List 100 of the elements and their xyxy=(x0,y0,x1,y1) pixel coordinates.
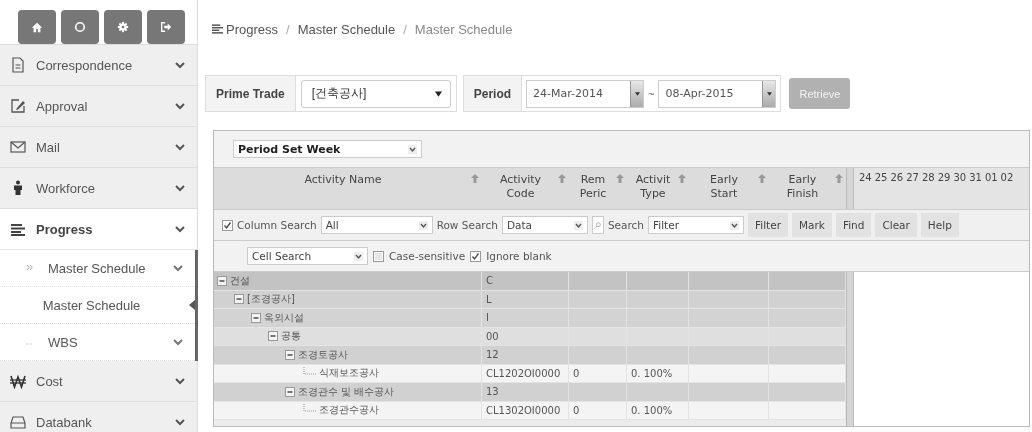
sidebar-item[interactable]: Mail xyxy=(0,127,197,168)
sort-up-icon xyxy=(616,174,624,183)
table-cell: 조경토공사 xyxy=(298,347,348,362)
table-row[interactable]: 옥외시설 I xyxy=(214,309,846,328)
submenu-item[interactable]: WBS xyxy=(0,324,195,361)
bars-icon xyxy=(10,221,26,237)
dropdown-icon xyxy=(573,220,583,230)
collapse-icon[interactable] xyxy=(217,275,227,286)
table-cell: [조경공사] xyxy=(247,292,295,307)
checkbox-label: Ignore blank xyxy=(486,250,552,262)
table-cell: 식재보조공사 xyxy=(319,366,379,381)
column-header[interactable]: Activity Name xyxy=(214,168,482,209)
won-icon xyxy=(10,373,26,389)
collapse-icon[interactable] xyxy=(234,294,244,305)
sidebar-item[interactable]: Cost xyxy=(0,361,197,402)
sidebar-item[interactable]: Correspondence xyxy=(0,45,197,86)
column-header[interactable]: Early Start xyxy=(689,168,769,209)
table-row[interactable]: 조경관수 및 배수공사 13 xyxy=(214,383,846,402)
breadcrumb-link[interactable]: Master Schedule xyxy=(297,21,396,37)
column-header[interactable]: Activity Code xyxy=(482,168,569,209)
table-cell: 옥외시설 xyxy=(264,310,304,325)
table-cell: 건설 xyxy=(230,273,250,288)
pointer-icon xyxy=(189,300,195,310)
period-select[interactable]: Period Set Week xyxy=(233,140,422,158)
collapse-icon[interactable] xyxy=(285,349,295,360)
field-label: Column Search xyxy=(237,219,317,231)
sidebar-item[interactable]: Databank xyxy=(0,402,197,432)
toolbar-button[interactable]: Filter xyxy=(747,213,788,237)
timeline-day: 02 xyxy=(1000,172,1014,209)
envelope-icon xyxy=(10,139,26,155)
table-cell: I xyxy=(482,309,569,327)
table-cell: 조경관수 및 배수공사 xyxy=(298,384,395,399)
submenu-item[interactable]: Master Schedule xyxy=(0,287,195,324)
column-select[interactable]: All xyxy=(320,216,433,234)
drive-icon xyxy=(10,414,26,430)
chevron-down-icon xyxy=(175,184,185,192)
table-row[interactable]: 건설 C xyxy=(214,272,846,291)
toolbar-button[interactable]: Clear xyxy=(875,213,917,237)
date-field[interactable]: 08-Apr-2015 xyxy=(658,79,777,108)
table-cell: 0 xyxy=(569,401,627,419)
timeline-day: 26 xyxy=(890,172,904,209)
trade-select[interactable]: [건축공사] xyxy=(300,79,451,108)
caret-icon xyxy=(634,91,640,96)
toolbar-button[interactable] xyxy=(104,10,142,44)
search-field[interactable] xyxy=(591,216,604,234)
field-label: Period xyxy=(463,76,523,111)
toolbar-button[interactable] xyxy=(147,10,185,44)
table-cell: L xyxy=(482,290,569,308)
table-cell: 0 xyxy=(569,364,627,382)
table-cell: 13 xyxy=(482,383,569,401)
chevron-down-icon xyxy=(175,377,185,385)
column-header[interactable]: Rem Peric xyxy=(569,168,627,209)
checked-checkbox[interactable] xyxy=(470,250,482,262)
collapse-icon[interactable] xyxy=(268,331,278,342)
chevron-down-icon xyxy=(175,143,185,151)
filter-select[interactable]: Filter xyxy=(647,216,744,234)
sidebar-item[interactable]: Progress xyxy=(0,209,197,250)
chevron-down-icon xyxy=(175,225,185,233)
field-label: Row Search xyxy=(436,219,498,231)
checked-checkbox[interactable] xyxy=(222,219,233,231)
timeline-day: 28 xyxy=(921,172,935,209)
splitter-handle[interactable] xyxy=(846,168,854,209)
sidebar-item[interactable]: Approval xyxy=(0,86,197,127)
cell-search-select[interactable]: Cell Search xyxy=(247,247,368,265)
toolbar-button[interactable] xyxy=(61,10,99,44)
table-row[interactable]: 조경토공사 12 xyxy=(214,346,846,365)
breadcrumb-separator: / xyxy=(403,21,407,37)
toolbar-button[interactable]: Help xyxy=(920,213,959,237)
breadcrumb-link[interactable]: Progress xyxy=(212,21,279,37)
timeline-day: 30 xyxy=(953,172,967,209)
toolbar-button[interactable]: Mark xyxy=(791,213,832,237)
table-cell: 공통 xyxy=(281,329,301,344)
caret-icon xyxy=(767,91,772,96)
table-cell: C xyxy=(482,272,569,290)
collapse-icon[interactable] xyxy=(285,386,295,397)
range-separator: ~ xyxy=(648,87,655,100)
timeline-day: 31 xyxy=(969,172,982,209)
toolbar-button[interactable] xyxy=(18,10,56,44)
checkbox[interactable] xyxy=(373,250,384,262)
sign-out-icon xyxy=(160,21,172,33)
timeline-day: 27 xyxy=(906,172,919,209)
date-field[interactable]: 24-Mar-2014 xyxy=(526,79,645,108)
splitter-handle[interactable] xyxy=(846,272,854,426)
breadcrumb-link[interactable]: Master Schedule xyxy=(414,21,513,37)
dropdown-icon xyxy=(729,220,739,230)
row-select[interactable]: Data xyxy=(501,216,588,234)
sort-up-icon xyxy=(758,174,766,183)
submenu-item[interactable]: Master Schedule xyxy=(0,250,195,287)
column-header[interactable]: Early Finish xyxy=(769,168,846,209)
toolbar-button[interactable]: Find xyxy=(835,213,872,237)
dropdown-icon xyxy=(354,251,363,261)
table-cell: CL1302OI0000 xyxy=(482,401,569,419)
chevron-down-icon xyxy=(175,61,185,69)
document-icon xyxy=(10,57,26,73)
dropdown-icon xyxy=(418,220,428,230)
collapse-icon[interactable] xyxy=(251,312,261,323)
column-header[interactable]: Activit Type xyxy=(627,168,689,209)
table-cell: 조경관수공사 xyxy=(319,403,379,418)
checkbox-label: Case-sensitive xyxy=(389,250,466,262)
timeline-day: 29 xyxy=(937,172,951,209)
